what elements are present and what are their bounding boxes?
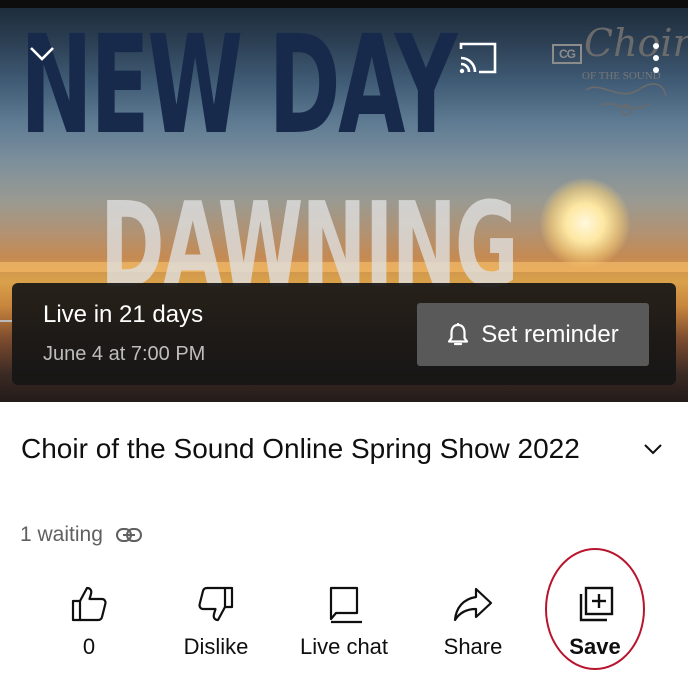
waiting-row: 1 waiting	[20, 523, 143, 547]
video-title[interactable]: Choir of the Sound Online Spring Show 20…	[21, 428, 611, 470]
expand-description-chevron-icon[interactable]	[636, 432, 670, 466]
premiere-panel: Live in 21 days June 4 at 7:00 PM Set re…	[12, 283, 676, 385]
link-icon[interactable]	[115, 526, 143, 544]
thumbs-up-icon	[71, 586, 107, 622]
dislike-label: Dislike	[183, 634, 249, 659]
progress-track	[0, 320, 12, 322]
chat-icon	[329, 586, 362, 624]
share-label: Share	[443, 634, 503, 659]
live-countdown: Live in 21 days	[43, 301, 204, 328]
live-date: June 4 at 7:00 PM	[43, 343, 206, 365]
thumbs-down-icon	[198, 586, 234, 622]
like-button[interactable]: 0	[39, 578, 139, 660]
cast-icon[interactable]	[454, 38, 502, 78]
set-reminder-label: Set reminder	[481, 320, 619, 348]
minimize-chevron-icon[interactable]	[24, 36, 60, 72]
logo-swash-icon	[585, 83, 667, 116]
video-player[interactable]: NEW DAY DAWNING CG Choir OF THE SOUND Li…	[0, 0, 688, 402]
share-button[interactable]: Share	[423, 578, 523, 660]
artwork-title-line1: NEW DAY	[20, 7, 458, 165]
like-count: 0	[82, 634, 96, 659]
more-options-icon[interactable]	[640, 38, 672, 78]
bell-icon	[448, 322, 469, 345]
set-reminder-button[interactable]: Set reminder	[417, 303, 649, 366]
dislike-button[interactable]: Dislike	[166, 578, 266, 660]
waiting-count: 1 waiting	[20, 523, 103, 546]
share-arrow-icon	[453, 587, 493, 622]
save-highlight-circle	[545, 548, 645, 670]
live-chat-label: Live chat	[299, 634, 389, 659]
logo-badge: CG	[552, 44, 582, 64]
logo-script: Choir	[584, 21, 688, 65]
live-chat-button[interactable]: Live chat	[294, 578, 394, 660]
sunrise-glow	[540, 178, 630, 268]
